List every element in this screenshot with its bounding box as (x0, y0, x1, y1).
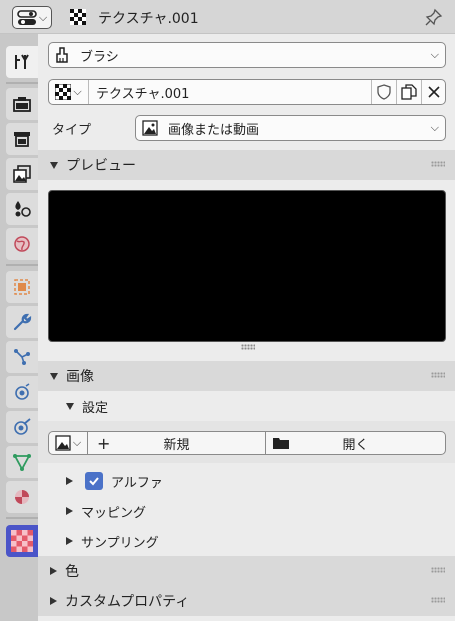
type-value: 画像または動画 (168, 122, 260, 138)
unlink-button[interactable] (421, 80, 445, 104)
tab-data[interactable] (6, 446, 38, 478)
expand-arrow-icon (66, 477, 73, 485)
custom-props-panel-header[interactable]: カスタムプロパティ (38, 586, 455, 616)
tab-particles[interactable] (6, 341, 38, 373)
pin-icon[interactable] (425, 8, 443, 26)
world-icon (14, 236, 30, 252)
output-icon (14, 132, 30, 147)
object-icon (14, 279, 30, 295)
tab-texture[interactable] (6, 525, 38, 557)
drag-handle-icon[interactable] (431, 161, 445, 167)
alpha-label: アルファ (111, 475, 163, 491)
settings-title: 設定 (82, 400, 109, 416)
tab-tool[interactable] (6, 46, 38, 78)
properties-editor-icon (17, 9, 37, 25)
texture-name-field[interactable]: テクスチャ.001 (96, 83, 371, 102)
tab-material[interactable] (6, 481, 38, 513)
tab-view-layer[interactable] (6, 158, 38, 190)
chevron-down-icon: ⌵ (430, 48, 439, 61)
preview-resize-handle[interactable] (241, 344, 255, 350)
chevron-down-icon: ⌵ (38, 10, 48, 24)
new-image-label: 新規 (163, 437, 190, 453)
drag-handle-icon[interactable] (431, 597, 445, 603)
tab-scene[interactable] (6, 193, 38, 225)
texture-selector: ⌵ テクスチャ.001 (48, 79, 446, 105)
tab-modifier[interactable] (6, 306, 38, 338)
collapse-arrow-icon (50, 161, 58, 169)
type-dropdown[interactable]: 画像または動画 ⌵ (135, 115, 446, 141)
render-icon (13, 97, 31, 112)
shield-icon (377, 84, 391, 100)
image-icon (142, 120, 158, 136)
expand-arrow-icon (50, 597, 57, 605)
texture-icon (70, 9, 86, 25)
sampling-label: サンプリング (81, 535, 159, 551)
color-panel-header[interactable]: 色 (38, 556, 455, 586)
drag-handle-icon[interactable] (431, 372, 445, 378)
new-image-button[interactable]: + 新規 (87, 431, 266, 455)
expand-arrow-icon (50, 567, 57, 575)
context-label: ブラシ (80, 49, 119, 65)
expand-arrow-icon (66, 537, 73, 545)
drag-handle-icon[interactable] (431, 567, 445, 573)
texture-icon (11, 530, 33, 552)
constraint-icon (14, 418, 31, 435)
preview-panel-header[interactable]: プレビュー (38, 150, 455, 180)
chevron-down-icon: ⌵ (72, 436, 82, 449)
properties-main: ブラシ ⌵ ⌵ テクスチャ.001 タイプ 画像または動画 ⌵ プレビュー 画像… (38, 34, 455, 621)
wrench-icon (13, 313, 32, 331)
image-browse-button[interactable]: ⌵ (48, 431, 88, 455)
chevron-down-icon: ⌵ (430, 121, 439, 134)
physics-icon (15, 383, 30, 400)
collapse-arrow-icon (50, 372, 58, 380)
tab-object[interactable] (6, 271, 38, 303)
image-icon (55, 435, 71, 451)
property-tabs (0, 34, 38, 621)
texture-preview (48, 190, 446, 342)
texture-icon (55, 84, 72, 100)
scene-icon (15, 201, 31, 217)
close-icon (427, 86, 440, 98)
alpha-subpanel-header[interactable]: アルファ (38, 466, 455, 496)
view-layer-icon (13, 165, 31, 183)
mapping-subpanel-header[interactable]: マッピング (38, 496, 455, 526)
image-panel-title: 画像 (66, 369, 94, 385)
plus-icon: + (97, 433, 111, 453)
duplicate-button[interactable] (396, 80, 421, 104)
texture-browse-button[interactable]: ⌵ (49, 80, 89, 104)
header-title: テクスチャ.001 (98, 11, 199, 27)
checkmark-icon (89, 477, 99, 486)
properties-header: ⌵ テクスチャ.001 (0, 0, 455, 34)
expand-arrow-icon (66, 507, 73, 515)
preview-title: プレビュー (66, 158, 136, 174)
sampling-subpanel-header[interactable]: サンプリング (38, 526, 455, 556)
tab-world[interactable] (6, 228, 38, 260)
custom-props-title: カスタムプロパティ (65, 594, 190, 610)
open-image-button[interactable]: 開く (265, 431, 446, 455)
color-panel-title: 色 (65, 564, 79, 580)
tab-output[interactable] (6, 123, 38, 155)
tool-icon (15, 54, 29, 69)
duplicate-icon (401, 84, 417, 100)
texture-context-dropdown[interactable]: ブラシ ⌵ (48, 42, 446, 68)
fake-user-button[interactable] (371, 80, 396, 104)
folder-icon (273, 438, 289, 449)
image-panel-header[interactable]: 画像 (38, 361, 455, 391)
tab-render[interactable] (6, 88, 38, 120)
open-image-label: 開く (342, 437, 369, 453)
chevron-down-icon: ⌵ (73, 85, 82, 98)
type-label: タイプ (52, 123, 92, 138)
alpha-checkbox[interactable] (85, 472, 103, 490)
particles-icon (14, 349, 30, 365)
tab-physics[interactable] (6, 376, 38, 408)
editor-type-button[interactable]: ⌵ (12, 6, 52, 29)
settings-subpanel-header[interactable]: 設定 (38, 391, 455, 421)
collapse-arrow-icon (66, 402, 74, 410)
mapping-label: マッピング (81, 505, 147, 521)
tab-constraints[interactable] (6, 411, 38, 443)
data-icon (13, 454, 31, 471)
material-icon (15, 490, 29, 504)
brush-icon (56, 47, 68, 63)
